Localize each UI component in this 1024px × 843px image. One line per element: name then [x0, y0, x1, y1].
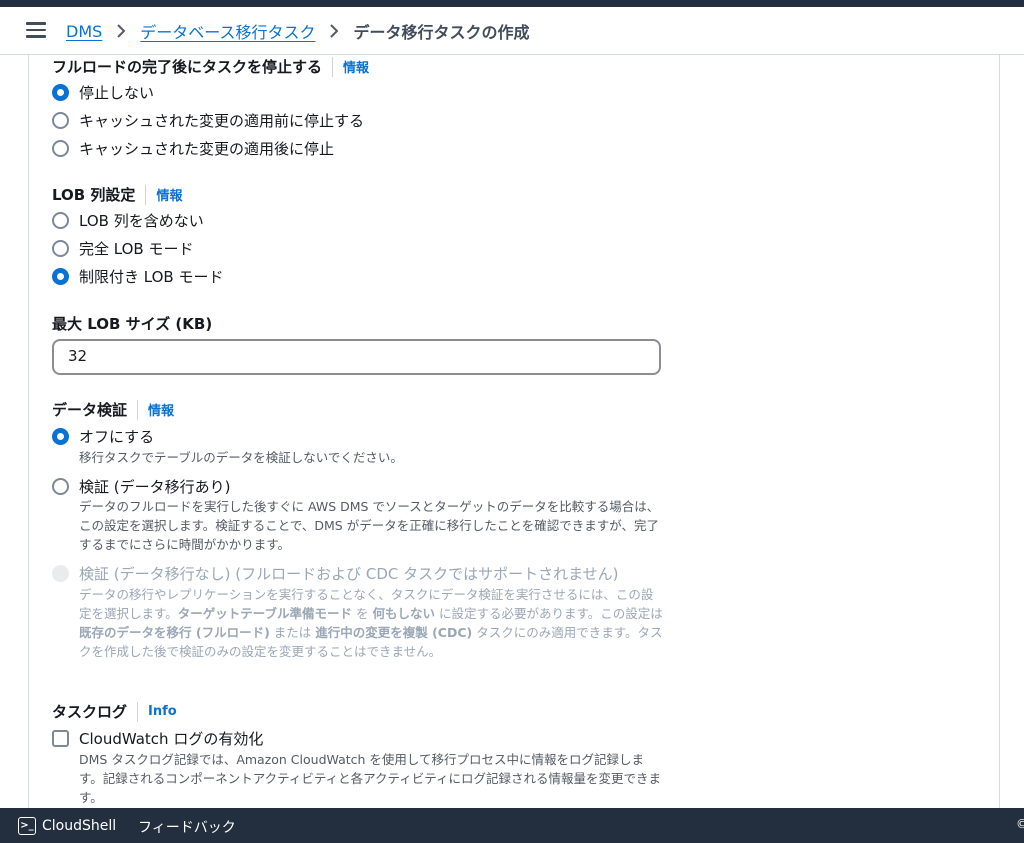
radio-full-lob[interactable]: 完全 LOB モード — [52, 239, 193, 259]
divider — [145, 184, 147, 205]
validation-only-description: データの移行やレプリケーションを実行することなく、タスクにデータ検証を実行させる… — [79, 587, 663, 659]
lob-settings-label: LOB 列設定 情報 — [52, 184, 183, 205]
breadcrumb-migration-tasks[interactable]: データベース移行タスク — [140, 19, 315, 43]
radio-limited-lob[interactable]: 制限付き LOB モード — [52, 267, 223, 287]
max-lob-size-label: 最大 LOB サイズ (KB) — [52, 315, 213, 333]
checkbox[interactable] — [52, 730, 69, 747]
form-panel — [28, 55, 1000, 808]
radio-validation-only: 検証 (データ移行なし) (フルロードおよび CDC タスクではサポートされませ… — [52, 564, 619, 584]
max-lob-size-input[interactable]: 32 — [52, 339, 661, 375]
radio-button[interactable] — [52, 212, 69, 229]
divider — [332, 56, 334, 77]
data-validation-info-link[interactable]: 情報 — [148, 400, 174, 419]
radio-button[interactable] — [52, 84, 69, 101]
top-bar — [0, 0, 1024, 7]
footer-bar: >_ CloudShell フィードバック © — [0, 808, 1024, 843]
chevron-right-icon — [329, 24, 339, 38]
breadcrumb-header: DMS データベース移行タスク データ移行タスクの作成 — [0, 7, 1024, 55]
breadcrumb-dms[interactable]: DMS — [66, 22, 102, 41]
stop-after-full-load-info-link[interactable]: 情報 — [343, 57, 369, 76]
breadcrumb-current: データ移行タスクの作成 — [353, 23, 530, 42]
radio-button — [52, 565, 69, 582]
radio-no-lob[interactable]: LOB 列を含めない — [52, 211, 204, 231]
radio-button[interactable] — [52, 268, 69, 285]
divider — [137, 701, 139, 722]
copyright-text: © — [1016, 817, 1024, 831]
radio-button[interactable] — [52, 240, 69, 257]
breadcrumb: DMS データベース移行タスク データ移行タスクの作成 — [66, 19, 530, 43]
feedback-link[interactable]: フィードバック — [138, 817, 236, 837]
chevron-right-icon — [116, 24, 126, 38]
hamburger-menu-icon[interactable] — [26, 22, 46, 40]
cloudshell-button[interactable]: >_ CloudShell — [18, 817, 116, 835]
validation-off-description: 移行タスクでテーブルのデータを検証しないでください。 — [79, 450, 403, 465]
radio-validation-with-migration[interactable]: 検証 (データ移行あり) — [52, 477, 230, 497]
data-validation-label: データ検証 情報 — [52, 399, 175, 420]
radio-button[interactable] — [52, 140, 69, 157]
validation-with-migration-description: データのフルロードを実行した後すぐに AWS DMS でソースとターゲットのデー… — [79, 499, 660, 552]
radio-stop-after-cached-changes[interactable]: キャッシュされた変更の適用後に停止 — [52, 139, 334, 159]
radio-stop-before-cached-changes[interactable]: キャッシュされた変更の適用前に停止する — [52, 111, 364, 131]
radio-button[interactable] — [52, 428, 69, 445]
lob-settings-info-link[interactable]: 情報 — [156, 185, 182, 204]
radio-button[interactable] — [52, 112, 69, 129]
stop-after-full-load-label: フルロードの完了後にタスクを停止する 情報 — [52, 56, 370, 77]
task-log-description: DMS タスクログ記録では、Amazon CloudWatch を使用して移行プ… — [79, 752, 662, 805]
radio-validation-off[interactable]: オフにする — [52, 427, 154, 447]
radio-dont-stop[interactable]: 停止しない — [52, 83, 154, 103]
divider — [137, 399, 139, 420]
radio-button[interactable] — [52, 478, 69, 495]
cloudwatch-logs-checkbox[interactable]: CloudWatch ログの有効化 — [52, 729, 263, 749]
cloudshell-icon: >_ — [18, 817, 36, 835]
task-log-label: タスクログ Info — [52, 701, 177, 722]
task-log-info-link[interactable]: Info — [148, 704, 177, 719]
